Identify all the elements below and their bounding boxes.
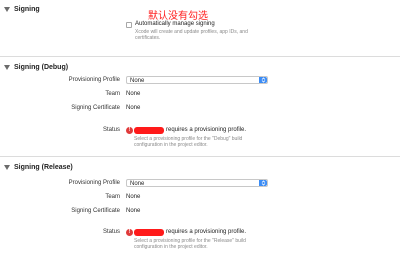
section-divider: [0, 156, 400, 157]
auto-manage-signing-checkbox[interactable]: [126, 22, 132, 28]
select-value: None: [130, 181, 145, 187]
status-label: Status: [102, 229, 120, 235]
status-text: requires a provisioning profile.: [166, 127, 247, 133]
redacted-name: [134, 229, 164, 236]
signing-certificate-value: None: [126, 208, 141, 214]
annotation-text: 默认没有勾选: [148, 11, 208, 22]
status-label: Status: [102, 127, 120, 133]
section-title: Signing: [14, 5, 40, 13]
status-help-line2: configuration in the project editor.: [134, 142, 208, 148]
team-label: Team: [105, 194, 120, 200]
team-value: None: [126, 91, 141, 97]
provisioning-profile-label: Provisioning Profile: [68, 180, 120, 186]
team-label: Team: [105, 91, 120, 97]
signing-debug-section-header[interactable]: Signing (Debug): [0, 60, 400, 74]
auto-manage-signing-label: Automatically manage signing: [135, 21, 215, 27]
chevron-updown-icon: [259, 77, 267, 83]
team-value: None: [126, 194, 141, 200]
redacted-name: [134, 127, 164, 134]
chevron-updown-icon: [259, 180, 267, 186]
status-help-line2: configuration in the project editor.: [134, 244, 208, 250]
release-provisioning-profile-select[interactable]: None: [126, 179, 268, 187]
debug-provisioning-profile-select[interactable]: None: [126, 76, 268, 84]
select-value: None: [130, 78, 145, 84]
section-divider: [0, 56, 400, 57]
signing-certificate-label: Signing Certificate: [71, 105, 120, 111]
section-title: Signing (Release): [14, 163, 73, 171]
auto-manage-help-line2: certificates.: [135, 35, 161, 41]
disclosure-triangle-icon[interactable]: [4, 6, 10, 12]
status-text: requires a provisioning profile.: [166, 229, 247, 235]
section-title: Signing (Debug): [14, 63, 69, 71]
disclosure-triangle-icon[interactable]: [4, 164, 10, 170]
error-icon: !: [126, 229, 133, 236]
signing-certificate-value: None: [126, 105, 141, 111]
disclosure-triangle-icon[interactable]: [4, 64, 10, 70]
signing-release-section-header[interactable]: Signing (Release): [0, 160, 400, 174]
signing-certificate-label: Signing Certificate: [71, 208, 120, 214]
provisioning-profile-label: Provisioning Profile: [68, 77, 120, 83]
error-icon: !: [126, 127, 133, 134]
